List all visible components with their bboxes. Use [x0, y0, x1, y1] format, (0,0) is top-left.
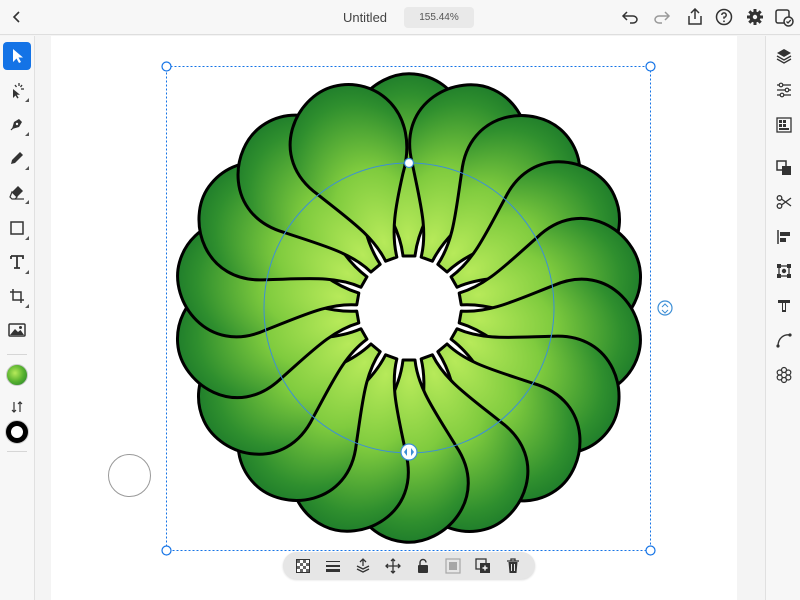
transform-icon[interactable]: [773, 260, 795, 282]
radial-flower-artwork[interactable]: [168, 68, 650, 549]
arrange-icon[interactable]: [353, 556, 373, 576]
resize-handle[interactable]: [161, 545, 172, 556]
delete-trash-icon[interactable]: [503, 556, 523, 576]
type-properties-icon[interactable]: [773, 295, 795, 317]
layers-icon[interactable]: [773, 45, 795, 67]
curvature-icon[interactable]: [773, 329, 795, 351]
lock-icon[interactable]: [413, 556, 433, 576]
pattern-icon[interactable]: [773, 364, 795, 386]
group-icon[interactable]: [443, 556, 463, 576]
artwork-layer[interactable]: [0, 0, 800, 600]
align-icon[interactable]: [773, 226, 795, 248]
context-action-bar: [283, 552, 535, 579]
move-icon[interactable]: [383, 556, 403, 576]
transparency-icon[interactable]: [293, 556, 313, 576]
scissors-icon[interactable]: [773, 191, 795, 213]
resize-handle[interactable]: [645, 61, 656, 72]
repeat-count-handle[interactable]: [400, 443, 418, 461]
rotate-handle[interactable]: [657, 300, 673, 316]
touch-modifier-circle[interactable]: [108, 454, 151, 497]
stroke-weight-icon[interactable]: [323, 556, 343, 576]
right-panel: [765, 36, 800, 600]
pathfinder-icon[interactable]: [773, 157, 795, 179]
resize-handle[interactable]: [161, 61, 172, 72]
resize-handle[interactable]: [645, 545, 656, 556]
radius-handle[interactable]: [403, 157, 415, 169]
duplicate-icon[interactable]: [473, 556, 493, 576]
swatches-icon[interactable]: [773, 114, 795, 136]
properties-icon[interactable]: [773, 79, 795, 101]
